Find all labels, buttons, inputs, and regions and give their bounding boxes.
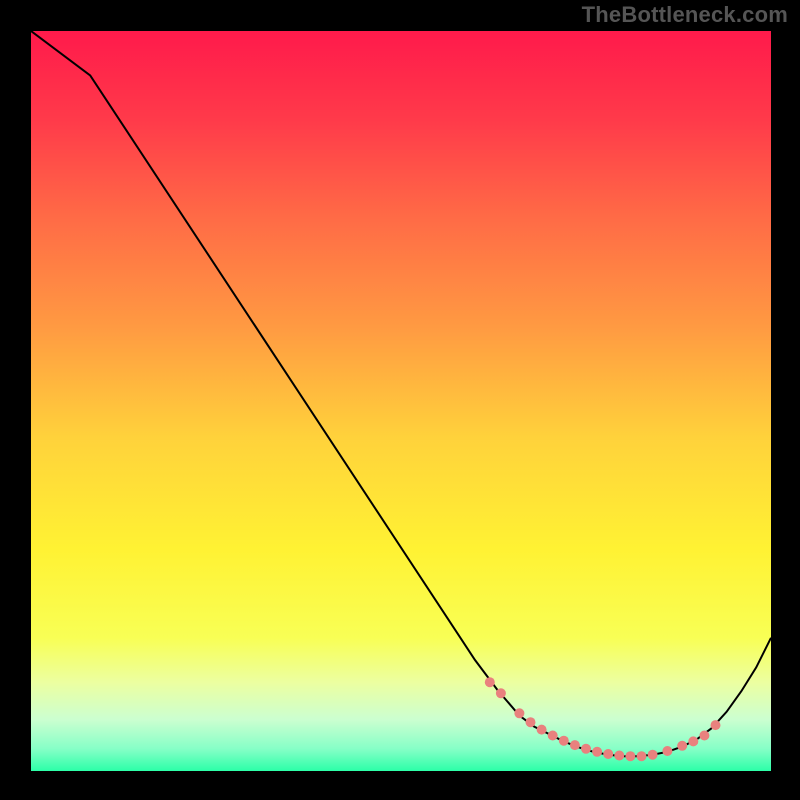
data-point-marker (526, 717, 536, 727)
watermark-text: TheBottleneck.com (582, 2, 788, 28)
data-point-marker (514, 708, 524, 718)
data-point-marker (537, 725, 547, 735)
gradient-rect (31, 31, 771, 771)
data-point-marker (637, 751, 647, 761)
data-point-marker (559, 736, 569, 746)
chart-frame: TheBottleneck.com (0, 0, 800, 800)
plot-area (31, 31, 771, 771)
data-point-marker (603, 749, 613, 759)
data-point-marker (688, 736, 698, 746)
data-point-marker (548, 731, 558, 741)
data-point-marker (614, 751, 624, 761)
data-point-marker (625, 751, 635, 761)
data-point-marker (648, 750, 658, 760)
data-point-marker (570, 740, 580, 750)
chart-svg (31, 31, 771, 771)
data-point-marker (581, 744, 591, 754)
data-point-marker (592, 747, 602, 757)
data-point-marker (677, 741, 687, 751)
data-point-marker (699, 731, 709, 741)
data-point-marker (496, 688, 506, 698)
data-point-marker (485, 677, 495, 687)
data-point-marker (711, 720, 721, 730)
data-point-marker (662, 746, 672, 756)
